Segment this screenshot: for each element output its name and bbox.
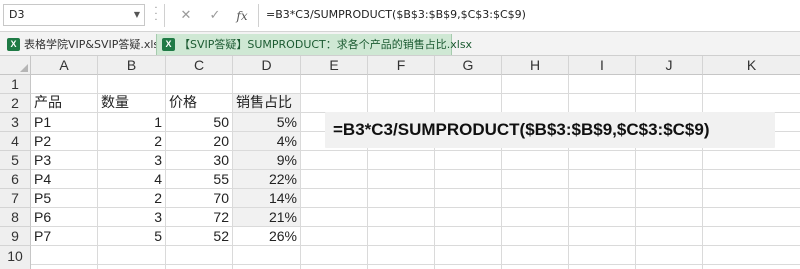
cell-price[interactable]: 55 — [166, 170, 233, 189]
cell-quantity[interactable]: 2 — [98, 132, 166, 151]
cell-sales-share[interactable]: 14% — [233, 189, 301, 208]
row-header-1[interactable]: 1 — [0, 75, 31, 94]
cell-sales-share[interactable]: 22% — [233, 170, 301, 189]
formula-input[interactable]: =B3*C3/SUMPRODUCT($B$3:$B$9,$C$3:$C$9) — [266, 4, 526, 26]
cell-sales-share[interactable]: 5% — [233, 113, 301, 132]
column-header-d[interactable]: D — [233, 56, 301, 75]
column-header-e[interactable]: E — [301, 56, 368, 75]
cell-product[interactable]: P5 — [31, 189, 98, 208]
name-box[interactable]: D3 ▼ — [3, 4, 145, 26]
name-box-value: D3 — [9, 8, 25, 21]
spreadsheet-grid: A B C D E F G H I J K 1 2 3 4 5 6 7 8 9 … — [0, 56, 800, 269]
cell-price[interactable]: 70 — [166, 189, 233, 208]
cell-sales-share[interactable]: 21% — [233, 208, 301, 227]
cell-quantity[interactable]: 1 — [98, 113, 166, 132]
header-quantity[interactable]: 数量 — [98, 94, 166, 113]
formula-bar-divider — [258, 4, 259, 27]
cell-product[interactable]: P1 — [31, 113, 98, 132]
column-header-a[interactable]: A — [31, 56, 98, 75]
row-header-3[interactable]: 3 — [0, 113, 31, 132]
cell-product[interactable]: P4 — [31, 170, 98, 189]
cell-quantity[interactable]: 5 — [98, 227, 166, 246]
tab-workbook-sumproduct[interactable]: X 【SVIP答疑】SUMPRODUCT：求各个产品的销售占比.xlsx — [156, 34, 472, 55]
cell-product[interactable]: P7 — [31, 227, 98, 246]
column-header-i[interactable]: I — [569, 56, 636, 75]
row-header-5[interactable]: 5 — [0, 151, 31, 170]
formula-callout: =B3*C3/SUMPRODUCT($B$3:$B$9,$C$3:$C$9) — [325, 112, 775, 148]
tab-workbook-vip[interactable]: X 表格学院VIP&SVIP答疑.xlsx — [2, 34, 166, 55]
column-header-b[interactable]: B — [98, 56, 166, 75]
cell-price[interactable]: 52 — [166, 227, 233, 246]
excel-file-icon: X — [162, 38, 175, 51]
row-header-8[interactable]: 8 — [0, 208, 31, 227]
cell-price[interactable]: 50 — [166, 113, 233, 132]
cancel-icon[interactable]: ✕ — [176, 6, 196, 26]
cell-product[interactable]: P6 — [31, 208, 98, 227]
row-header-7[interactable]: 7 — [0, 189, 31, 208]
column-header-h[interactable]: H — [502, 56, 569, 75]
cell-price[interactable]: 30 — [166, 151, 233, 170]
header-product[interactable]: 产品 — [31, 94, 98, 113]
row-header-9[interactable]: 9 — [0, 227, 31, 246]
workbook-tabs: X 表格学院VIP&SVIP答疑.xlsx X 【SVIP答疑】SUMPRODU… — [0, 32, 800, 56]
cell-price[interactable]: 20 — [166, 132, 233, 151]
cell-sales-share[interactable]: 26% — [233, 227, 301, 246]
cell-sales-share[interactable]: 4% — [233, 132, 301, 151]
column-header-c[interactable]: C — [166, 56, 233, 75]
row-header-10[interactable]: 10 — [0, 246, 31, 269]
formula-bar-divider — [164, 4, 165, 27]
insert-function-icon[interactable]: fx — [232, 6, 252, 26]
column-header-j[interactable]: J — [636, 56, 703, 75]
row-header-4[interactable]: 4 — [0, 132, 31, 151]
row-header-6[interactable]: 6 — [0, 170, 31, 189]
cell-quantity[interactable]: 3 — [98, 208, 166, 227]
cell-quantity[interactable]: 2 — [98, 189, 166, 208]
cell-product[interactable]: P3 — [31, 151, 98, 170]
column-header-g[interactable]: G — [435, 56, 502, 75]
row-header-2[interactable]: 2 — [0, 94, 31, 113]
tab-label: 【SVIP答疑】SUMPRODUCT：求各个产品的销售占比.xlsx — [179, 38, 473, 51]
cell-quantity[interactable]: 4 — [98, 170, 166, 189]
cell-price[interactable]: 72 — [166, 208, 233, 227]
enter-icon[interactable]: ✓ — [205, 6, 225, 26]
column-header-k[interactable]: K — [703, 56, 800, 75]
tab-label: 表格学院VIP&SVIP答疑.xlsx — [24, 38, 166, 51]
formula-callout-text: =B3*C3/SUMPRODUCT($B$3:$B$9,$C$3:$C$9) — [333, 120, 710, 139]
formula-bar: D3 ▼ · · · ✕ ✓ fx =B3*C3/SUMPRODUCT($B$3:$… — [0, 0, 800, 32]
cell-product[interactable]: P2 — [31, 132, 98, 151]
header-sales-share[interactable]: 销售占比 — [233, 94, 301, 113]
resize-handle-icon[interactable]: · · · — [152, 4, 160, 26]
header-price[interactable]: 价格 — [166, 94, 233, 113]
excel-file-icon: X — [7, 38, 20, 51]
cell-quantity[interactable]: 3 — [98, 151, 166, 170]
select-all-button[interactable] — [0, 56, 31, 75]
column-header-f[interactable]: F — [368, 56, 435, 75]
name-box-dropdown-icon[interactable]: ▼ — [134, 5, 140, 25]
cell-sales-share[interactable]: 9% — [233, 151, 301, 170]
